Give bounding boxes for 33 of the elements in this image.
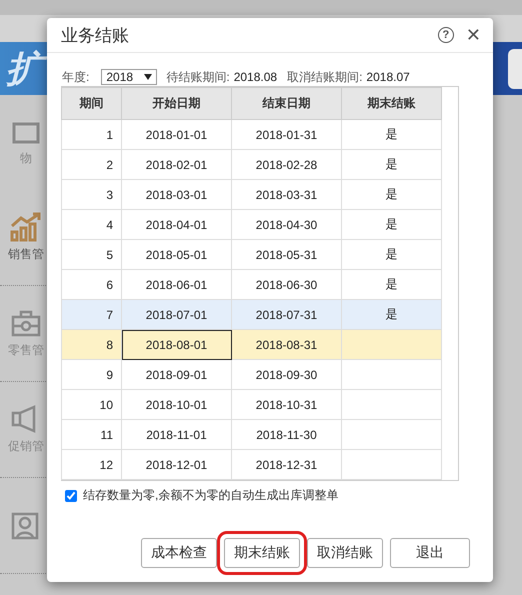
banner-button[interactable] xyxy=(508,48,522,88)
banner-text: 扩 xyxy=(0,46,50,90)
table-row[interactable]: 9 2018-09-01 2018-09-30 xyxy=(62,360,442,390)
column-header: 开始日期 xyxy=(122,88,232,120)
table-row[interactable]: 4 2018-04-01 2018-04-30 是 xyxy=(62,210,442,240)
table-row[interactable]: 5 2018-05-01 2018-05-31 是 xyxy=(62,240,442,270)
action-button[interactable]: 退出 xyxy=(390,538,470,568)
dialog-title: 业务结账 xyxy=(61,24,129,46)
column-header: 期末结账 xyxy=(342,88,442,120)
table-row[interactable]: 2 2018-02-01 2018-02-28 是 xyxy=(62,150,442,180)
pending-period-label: 待结账期间: xyxy=(166,68,230,86)
table-row[interactable]: 3 2018-03-01 2018-03-31 是 xyxy=(62,180,442,210)
option-checkbox[interactable] xyxy=(65,490,77,502)
table-row[interactable]: 7 2018-07-01 2018-07-31 是 xyxy=(62,300,442,330)
column-header: 期间 xyxy=(62,88,122,120)
caret-icon xyxy=(144,74,152,80)
table-row[interactable]: 12 2018-12-01 2018-12-31 xyxy=(62,450,442,480)
year-select[interactable]: 2018 xyxy=(101,69,158,85)
table-row[interactable]: 10 2018-10-01 2018-10-31 xyxy=(62,390,442,420)
option-label: 结存数量为零,余额不为零的自动生成出库调整单 xyxy=(83,487,338,504)
action-button[interactable]: 成本检查 xyxy=(141,538,217,568)
pending-period-value: 2018.08 xyxy=(234,70,278,84)
table-row[interactable]: 8 2018-08-01 2018-08-31 xyxy=(62,330,442,360)
table-row[interactable]: 11 2018-11-01 2018-11-30 xyxy=(62,420,442,450)
action-button[interactable]: 取消结账 xyxy=(307,538,383,568)
help-button[interactable]: ? xyxy=(438,27,454,43)
cancel-period-value: 2018.07 xyxy=(366,70,410,84)
sidebar-item[interactable]: 销售管 xyxy=(8,246,44,263)
table-row[interactable]: 1 2018-01-01 2018-01-31 是 xyxy=(62,120,442,150)
cancel-period-label: 取消结账期间: xyxy=(287,68,362,86)
close-button[interactable]: ✕ xyxy=(466,24,481,46)
year-label: 年度: xyxy=(62,68,90,86)
column-header: 结束日期 xyxy=(232,88,342,120)
